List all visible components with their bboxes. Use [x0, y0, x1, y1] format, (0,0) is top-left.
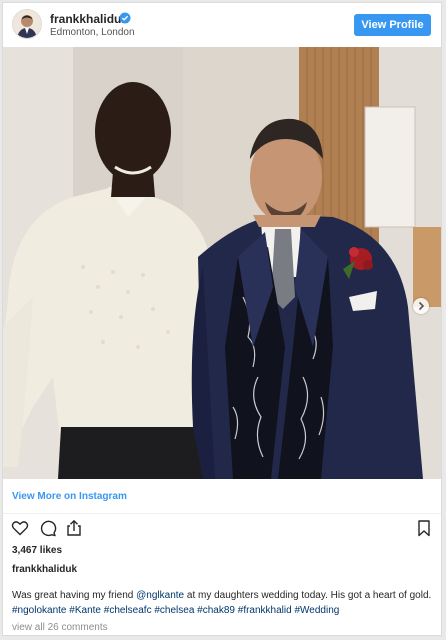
post-actions [3, 515, 441, 543]
username[interactable]: frankkhaliduk [50, 12, 128, 26]
post-photo[interactable] [3, 47, 441, 479]
carousel-next-button[interactable] [413, 298, 429, 314]
mention-link[interactable]: @nglkante [136, 590, 184, 601]
caption-text: at my daughters wedding today. His got a… [184, 590, 432, 601]
hashtag-link[interactable]: #chelseafc [104, 605, 152, 616]
heart-icon[interactable] [11, 519, 29, 537]
view-more-on-instagram-bar: View More on Instagram [3, 479, 441, 514]
view-profile-button[interactable]: View Profile [354, 14, 431, 36]
hashtag-link[interactable]: #Wedding [294, 605, 339, 616]
likes-count[interactable]: 3,467 likes [12, 545, 62, 556]
view-all-comments-link[interactable]: view all 26 comments [12, 622, 108, 633]
view-more-link[interactable]: View More on Instagram [12, 491, 127, 502]
post-location[interactable]: Edmonton, London [50, 27, 135, 38]
share-icon[interactable] [65, 519, 83, 537]
bookmark-icon[interactable] [415, 519, 433, 537]
post-header: frankkhaliduk Edmonton, London View Prof… [3, 3, 441, 47]
hashtag-link[interactable]: #chelsea [154, 605, 194, 616]
chevron-right-icon [418, 301, 425, 311]
hashtag-link[interactable]: #ngolokante [12, 605, 67, 616]
post-caption: Was great having my friend @nglkante at … [12, 588, 432, 618]
hashtag-link[interactable]: #Kante [69, 605, 101, 616]
caption-text: Was great having my friend [12, 590, 137, 601]
photo-image [3, 47, 441, 479]
hashtag-link[interactable]: #chak89 [197, 605, 235, 616]
instagram-embed-card: frankkhaliduk Edmonton, London View Prof… [2, 2, 442, 636]
hashtag-link[interactable]: #frankkhalid [238, 605, 292, 616]
caption-username[interactable]: frankkhaliduk [12, 564, 77, 575]
profile-avatar[interactable] [12, 9, 42, 39]
comment-icon[interactable] [39, 519, 57, 537]
avatar-image [13, 10, 41, 38]
verified-badge-icon [119, 12, 131, 24]
